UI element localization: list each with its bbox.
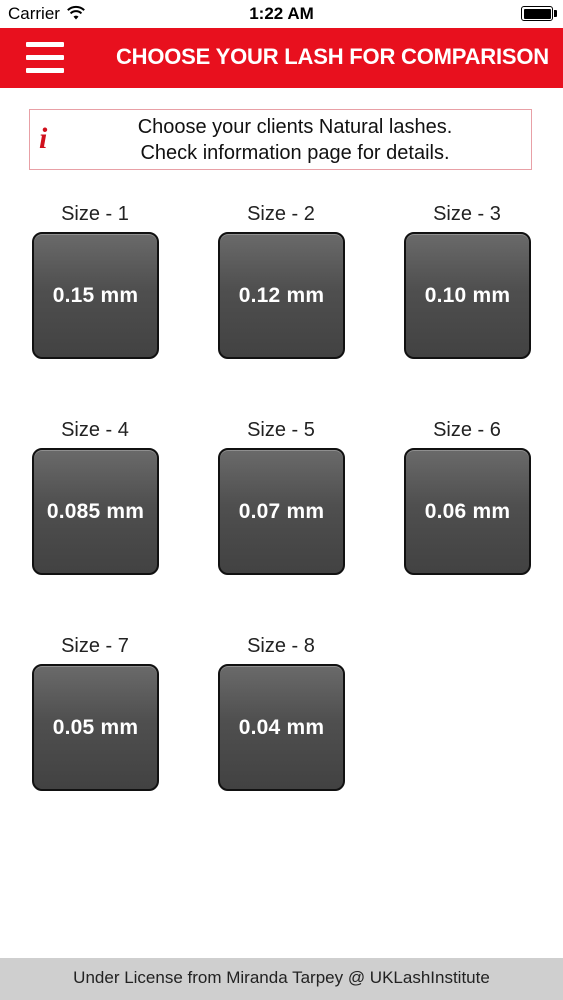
size-cell-4: Size - 4 0.085 mm bbox=[30, 419, 160, 575]
info-icon: i bbox=[39, 122, 48, 155]
size-label: Size - 1 bbox=[61, 203, 129, 225]
size-3-button[interactable]: 0.10 mm bbox=[404, 232, 531, 359]
size-label: Size - 3 bbox=[433, 203, 501, 225]
size-cell-1: Size - 1 0.15 mm bbox=[30, 203, 160, 359]
size-label: Size - 6 bbox=[433, 419, 501, 441]
status-bar: Carrier 1:22 AM bbox=[0, 0, 563, 28]
size-value: 0.085 mm bbox=[46, 499, 145, 523]
size-value: 0.10 mm bbox=[424, 283, 511, 307]
size-6-button[interactable]: 0.06 mm bbox=[404, 448, 531, 575]
size-cell-5: Size - 5 0.07 mm bbox=[216, 419, 346, 575]
battery-icon bbox=[521, 6, 553, 21]
size-label: Size - 8 bbox=[247, 635, 315, 657]
page-title: CHOOSE YOUR LASH FOR COMPARISON bbox=[115, 44, 549, 69]
size-8-button[interactable]: 0.04 mm bbox=[218, 664, 345, 791]
info-banner: i Choose your clients Natural lashes. Ch… bbox=[29, 109, 532, 170]
size-4-button[interactable]: 0.085 mm bbox=[32, 448, 159, 575]
size-label: Size - 5 bbox=[247, 419, 315, 441]
hamburger-menu-icon[interactable] bbox=[26, 42, 66, 74]
size-value: 0.15 mm bbox=[52, 283, 139, 307]
info-text: Choose your clients Natural lashes. Chec… bbox=[70, 114, 520, 166]
battery-tip bbox=[554, 10, 557, 17]
clock: 1:22 AM bbox=[249, 4, 314, 23]
size-value: 0.05 mm bbox=[52, 715, 139, 739]
size-label: Size - 2 bbox=[247, 203, 315, 225]
size-cell-6: Size - 6 0.06 mm bbox=[402, 419, 532, 575]
size-value: 0.06 mm bbox=[424, 499, 511, 523]
size-label: Size - 4 bbox=[61, 419, 129, 441]
license-footer: Under License from Miranda Tarpey @ UKLa… bbox=[0, 958, 563, 1000]
size-cell-7: Size - 7 0.05 mm bbox=[30, 635, 160, 791]
size-5-button[interactable]: 0.07 mm bbox=[218, 448, 345, 575]
size-value: 0.04 mm bbox=[238, 715, 325, 739]
size-cell-2: Size - 2 0.12 mm bbox=[216, 203, 346, 359]
size-2-button[interactable]: 0.12 mm bbox=[218, 232, 345, 359]
size-value: 0.12 mm bbox=[238, 283, 325, 307]
info-line-1: Choose your clients Natural lashes. bbox=[137, 116, 453, 138]
info-line-2: Check information page for details. bbox=[140, 142, 450, 164]
size-7-button[interactable]: 0.05 mm bbox=[32, 664, 159, 791]
size-cell-8: Size - 8 0.04 mm bbox=[216, 635, 346, 791]
app-header: CHOOSE YOUR LASH FOR COMPARISON bbox=[0, 28, 563, 88]
size-1-button[interactable]: 0.15 mm bbox=[32, 232, 159, 359]
size-cell-3: Size - 3 0.10 mm bbox=[402, 203, 532, 359]
size-label: Size - 7 bbox=[61, 635, 129, 657]
size-value: 0.07 mm bbox=[238, 499, 325, 523]
